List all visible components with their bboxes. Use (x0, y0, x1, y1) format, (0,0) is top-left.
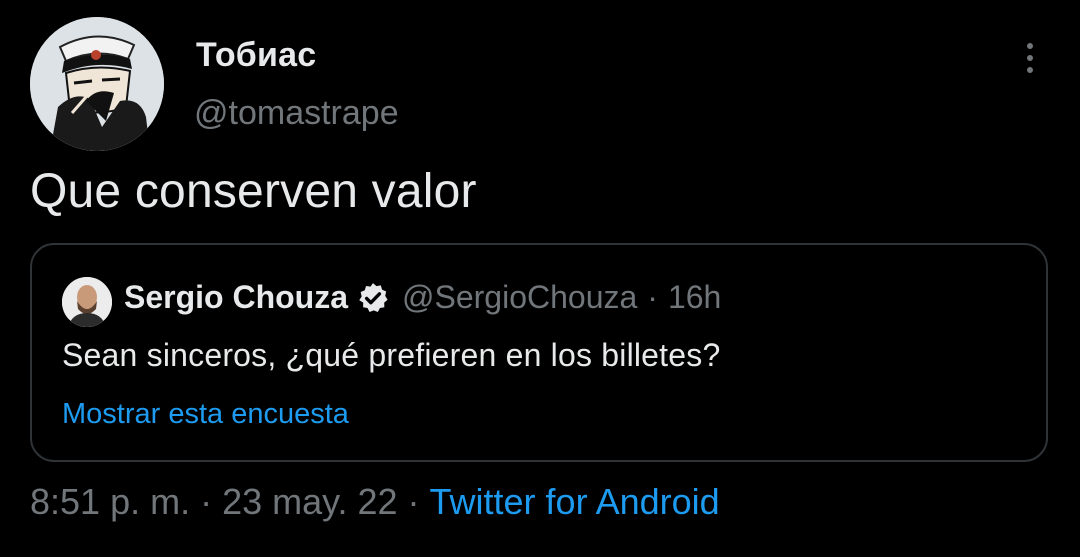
quoted-tweet-time[interactable]: 16h (668, 279, 721, 316)
author-handle[interactable]: @tomastrape (194, 94, 399, 133)
quoted-author-name[interactable]: Sergio Chouza (124, 279, 348, 316)
quoted-tweet-header: Sergio Chouza @SergioChouza · 16h (124, 279, 721, 316)
more-vertical-icon-dot (1027, 55, 1033, 61)
tweet-meta: 8:51 p. m. · 23 may. 22 · Twitter for An… (30, 481, 720, 523)
more-options-button[interactable] (1016, 38, 1044, 78)
quoted-tweet-card[interactable]: Sergio Chouza @SergioChouza · 16h Sean s… (30, 243, 1048, 462)
meta-separator: · (200, 481, 213, 522)
tweet-text: Que conserven valor (30, 165, 477, 218)
author-avatar[interactable] (30, 17, 164, 151)
tweet-source-link[interactable]: Twitter for Android (430, 481, 720, 523)
show-poll-link[interactable]: Mostrar esta encuesta (62, 398, 349, 431)
author-display-name[interactable]: Тобиас (196, 36, 316, 75)
header-separator: · (647, 279, 658, 315)
verified-badge-icon (359, 282, 388, 312)
more-vertical-icon (1027, 43, 1033, 49)
avatar-illustration (30, 17, 164, 151)
quoted-author-avatar[interactable] (62, 277, 112, 327)
quoted-author-handle[interactable]: @SergioChouza (402, 279, 637, 316)
tweet-time[interactable]: 8:51 p. m. (30, 481, 190, 523)
quoted-avatar-illustration (62, 277, 112, 327)
tweet-date[interactable]: 23 may. 22 (222, 481, 397, 523)
tweet-container: Тобиас @tomastrape Que conserven valor S… (0, 0, 1080, 557)
more-vertical-icon-dot (1027, 67, 1033, 73)
meta-separator: · (407, 481, 420, 522)
quoted-tweet-text: Sean sinceros, ¿qué prefieren en los bil… (62, 337, 721, 373)
